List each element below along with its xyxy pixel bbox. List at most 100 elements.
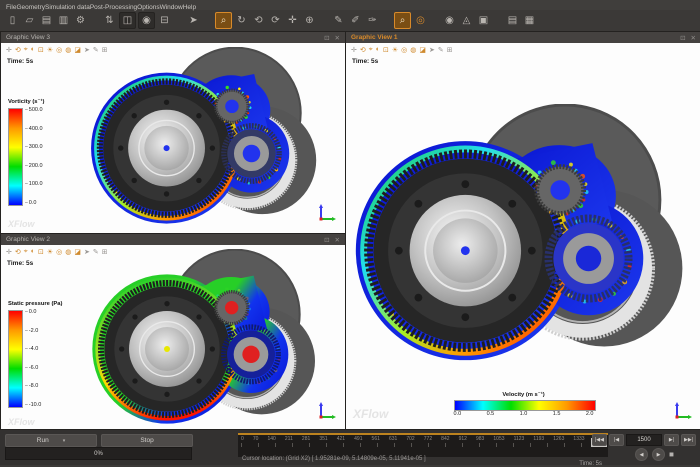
isosurface-icon[interactable]: ◍ (65, 46, 71, 54)
axes-toggle-icon[interactable]: ✛ (351, 46, 357, 54)
rotate-x-icon[interactable]: ⟲ (251, 13, 266, 28)
cutplane-icon[interactable]: ◪ (419, 46, 426, 54)
grid-toggle-icon[interactable]: ⊞ (102, 46, 108, 54)
timeline-time-label: Time: 5s (579, 461, 602, 467)
fit-view-icon[interactable]: ⊕ (302, 13, 317, 28)
panel-titlebar[interactable]: Graphic View 2 ⊡ ✕ (1, 234, 345, 245)
bounding-box-icon[interactable]: ⊡ (38, 46, 44, 54)
zoom-region-icon[interactable]: ⌕ (394, 12, 411, 29)
orbit-view-icon[interactable]: ⌕ (215, 12, 232, 29)
cutplane-icon[interactable]: ◪ (74, 46, 81, 54)
prev-frame-button[interactable]: |◀ (609, 434, 624, 446)
step-back-button[interactable]: ◀ (635, 448, 648, 461)
first-frame-button[interactable]: |◀◀ (592, 434, 607, 446)
bounding-box-icon[interactable]: ⊡ (38, 248, 44, 256)
legend-tick: -10.0 (25, 403, 41, 409)
center-target-icon[interactable]: ◎ (413, 13, 428, 28)
pencil-tool-icon[interactable]: ✎ (93, 46, 99, 54)
pencil-tool-icon[interactable]: ✎ (438, 46, 444, 54)
rotate-y-icon[interactable]: ⟳ (268, 13, 283, 28)
movie-export-icon[interactable]: ▣ (476, 13, 491, 28)
stop-playback-button[interactable]: ◼ (669, 451, 674, 458)
isosurface-icon[interactable]: ◍ (410, 46, 416, 54)
annotate-icon[interactable]: ✐ (348, 13, 363, 28)
new-project-icon[interactable]: ▯ (5, 13, 20, 28)
orbit-tool-icon[interactable]: ⟲ (15, 46, 21, 54)
save-as-icon[interactable]: ▥ (56, 13, 71, 28)
probe-icon[interactable]: ✑ (365, 13, 380, 28)
lighting-icon[interactable]: ☀ (392, 46, 398, 54)
rotate-view-icon[interactable]: ↻ (234, 13, 249, 28)
viewport-3d[interactable]: ✛⟲⌖◐⊡☀◎◍◪➤✎⊞ Time: 5s Vorticity (s⁻¹) 50… (1, 43, 345, 233)
open-project-icon[interactable]: ▱ (22, 13, 37, 28)
grid-toggle-icon[interactable]: ⊞ (102, 248, 108, 256)
float-icon[interactable]: ⊡ (324, 34, 329, 42)
colorbar (8, 108, 23, 206)
cursor-tool-icon[interactable]: ➤ (429, 46, 435, 54)
timeline-slider[interactable]: 0701402112813514214915616317027728429129… (238, 433, 608, 457)
move-entity-icon[interactable]: ◫ (119, 12, 136, 29)
perspective-icon[interactable]: ⌖ (24, 46, 28, 54)
frame-number-field[interactable]: 1500 (626, 434, 662, 446)
layout-grid-icon[interactable]: ▦ (522, 13, 537, 28)
pencil-tool-icon[interactable]: ✎ (93, 248, 99, 256)
close-icon[interactable]: ✕ (335, 236, 340, 244)
cursor-tool-icon[interactable]: ➤ (84, 46, 90, 54)
orbit-tool-icon[interactable]: ⟲ (15, 248, 21, 256)
shading-icon[interactable]: ◐ (31, 248, 35, 256)
next-frame-button[interactable]: ▶| (664, 434, 679, 446)
orbit-tool-icon[interactable]: ⟲ (360, 46, 366, 54)
pan-view-icon[interactable]: ✛ (285, 13, 300, 28)
rotate-entity-icon[interactable]: ◉ (138, 12, 155, 29)
entities-icon[interactable]: ⇅ (102, 13, 117, 28)
snapshot-icon[interactable]: ◬ (459, 13, 474, 28)
menu-item[interactable]: Post-Processing (90, 4, 137, 11)
cursor-tool-icon[interactable]: ➤ (84, 248, 90, 256)
float-icon[interactable]: ⊡ (324, 236, 329, 244)
grid-toggle-icon[interactable]: ⊞ (447, 46, 453, 54)
menu-item[interactable]: Simulation data (45, 4, 90, 11)
cutplane-icon[interactable]: ◪ (74, 248, 81, 256)
panel-graphic-view-2: Graphic View 2 ⊡ ✕ ✛⟲⌖◐⊡☀◎◍◪➤✎⊞ Time: 5s… (0, 233, 346, 432)
lighting-icon[interactable]: ☀ (47, 248, 53, 256)
axes-toggle-icon[interactable]: ✛ (6, 46, 12, 54)
viewport-3d[interactable]: ✛⟲⌖◐⊡☀◎◍◪➤✎⊞ Time: 5s Velocity (m s⁻¹) 0… (346, 43, 700, 431)
select-cursor-icon[interactable]: ➤ (186, 13, 201, 28)
perspective-icon[interactable]: ⌖ (24, 248, 28, 256)
step-forward-button[interactable]: ▶ (652, 448, 665, 461)
project-settings-icon[interactable]: ⚙ (73, 13, 88, 28)
field-display-icon[interactable]: ◎ (56, 248, 62, 256)
float-icon[interactable]: ⊡ (680, 34, 685, 42)
view-toolbar: ✛⟲⌖◐⊡☀◎◍◪➤✎⊞ (6, 46, 108, 54)
record-icon[interactable]: ◉ (442, 13, 457, 28)
isosurface-icon[interactable]: ◍ (65, 248, 71, 256)
panel-titlebar[interactable]: Graphic View 1 ⊡ ✕ (346, 32, 700, 43)
timeline-tick: 140 (267, 436, 275, 442)
time-label: Time: 5s (7, 58, 33, 65)
measure-icon[interactable]: ✎ (331, 13, 346, 28)
field-display-icon[interactable]: ◎ (401, 46, 407, 54)
field-display-icon[interactable]: ◎ (56, 46, 62, 54)
menu-item[interactable]: Options (137, 4, 159, 11)
menu-item[interactable]: Help (183, 4, 196, 11)
stop-button[interactable]: Stop (101, 434, 193, 447)
menu-item[interactable]: File (6, 4, 16, 11)
run-button[interactable]: Run ▾ (5, 434, 97, 447)
menu-item[interactable]: Geometry (16, 4, 45, 11)
shading-icon[interactable]: ◐ (376, 46, 380, 54)
axes-toggle-icon[interactable]: ✛ (6, 248, 12, 256)
last-frame-button[interactable]: ▶▶| (681, 434, 696, 446)
layout-single-icon[interactable]: ▤ (505, 13, 520, 28)
lighting-icon[interactable]: ☀ (47, 46, 53, 54)
save-project-icon[interactable]: ▤ (39, 13, 54, 28)
bounding-box-icon[interactable]: ⊡ (383, 46, 389, 54)
measure-tool-icon[interactable]: ⊟ (157, 13, 172, 28)
perspective-icon[interactable]: ⌖ (369, 46, 373, 54)
panel-titlebar[interactable]: Graphic View 3 ⊡ ✕ (1, 32, 345, 43)
close-icon[interactable]: ✕ (691, 34, 696, 42)
shading-icon[interactable]: ◐ (31, 46, 35, 54)
legend-tick: 500.0 (25, 108, 43, 114)
close-icon[interactable]: ✕ (335, 34, 340, 42)
viewport-3d[interactable]: ✛⟲⌖◐⊡☀◎◍◪➤✎⊞ Time: 5s Static pressure (P… (1, 245, 345, 431)
menu-item[interactable]: Window (160, 4, 183, 11)
